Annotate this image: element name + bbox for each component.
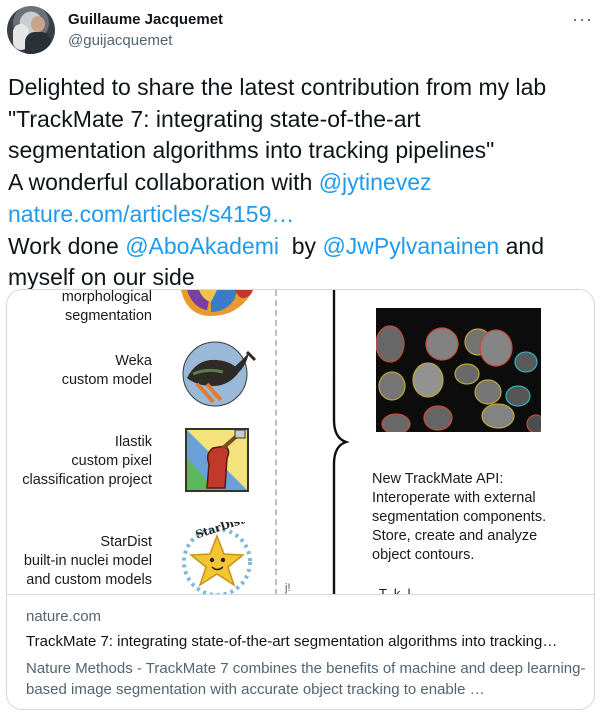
microscopy-image <box>376 308 541 432</box>
more-options-icon[interactable]: ··· <box>572 9 593 30</box>
author-handle[interactable]: @guijacquemet <box>68 32 172 49</box>
avatar-face <box>31 16 45 32</box>
article-url-link[interactable]: nature.com/articles/s4159… <box>8 201 294 227</box>
ilastik-fist-icon <box>185 428 249 492</box>
figure-cut-mark: j! <box>285 582 291 594</box>
tweet-text: Delighted to share the latest contributi… <box>8 72 598 294</box>
link-card[interactable]: morphological segmentation Weka custom m… <box>6 289 595 710</box>
weka-bird-icon <box>182 341 257 407</box>
tweet-line: Delighted to share the latest contributi… <box>8 74 547 100</box>
tweet-line: A wonderful collaboration with @jytineve… <box>8 167 598 199</box>
tweet-text-segment: A wonderful collaboration with <box>8 169 319 196</box>
avatar[interactable] <box>7 6 55 54</box>
avatar-body <box>25 32 51 54</box>
tweet[interactable]: Guillaume Jacquemet @guijacquemet ··· De… <box>0 0 607 724</box>
mention-link[interactable]: @jytinevez <box>319 169 432 195</box>
stardist-logo-icon: StarDist <box>182 522 252 594</box>
tweet-text-segment: Work done <box>8 232 126 259</box>
tweet-line: segmentation algorithms into tracking pi… <box>8 137 495 164</box>
figure-api-text: New TrackMate API: Interoperate with ext… <box>372 471 547 563</box>
card-description: Nature Methods - TrackMate 7 combines th… <box>26 660 586 698</box>
figure-curly-brace <box>332 290 350 594</box>
card-figure-image[interactable]: morphological segmentation Weka custom m… <box>7 290 594 595</box>
figure-label-morphological: morphological segmentation <box>61 290 152 324</box>
card-title[interactable]: TrackMate 7: integrating state-of-the-ar… <box>26 633 557 650</box>
figure-label-ilastik: Ilastik custom pixel classification proj… <box>22 434 152 488</box>
mention-link[interactable]: @AboAkademi <box>125 233 279 259</box>
figure-label-weka: Weka custom model <box>61 353 152 388</box>
figure-dashed-divider <box>275 290 277 594</box>
tweet-line: nature.com/articles/s4159… <box>8 199 598 231</box>
author-name[interactable]: Guillaume Jacquemet <box>68 11 223 28</box>
tweet-line: Work done @AboAkademi by @JwPylvanainen … <box>8 231 598 263</box>
tweet-text-segment: and <box>499 232 544 259</box>
tweet-line: "TrackMate 7: integrating state-of-the-a… <box>8 105 421 132</box>
figure-cut-text: T k l <box>379 586 411 595</box>
mention-link[interactable]: @JwPylvanainen <box>322 233 499 259</box>
tweet-text-segment: by <box>278 232 323 259</box>
figure-label-stardist: StarDist built-in nuclei model and custo… <box>23 534 152 588</box>
morphological-segmentation-icon <box>181 290 253 316</box>
card-domain: nature.com <box>26 608 102 625</box>
